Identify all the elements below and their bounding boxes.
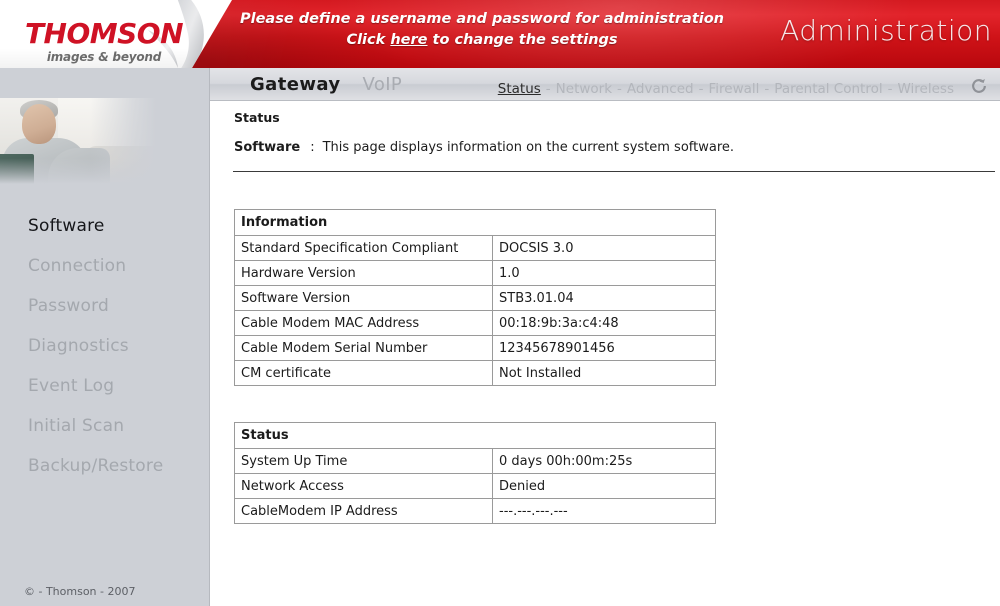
page-description-text: This page displays information on the cu… [322,140,735,155]
brand-logo-panel: THOMSON images & beyond [0,0,232,68]
nav-parental-control[interactable]: Parental Control [774,81,882,97]
table-row: System Up Time 0 days 00h:00m:25s [234,448,716,474]
nav-separator: - [545,81,551,97]
information-table: Information Standard Specification Compl… [233,209,717,386]
table-row: Standard Specification Compliant DOCSIS … [234,235,717,261]
nav-status[interactable]: Status [498,81,541,97]
nav-firewall[interactable]: Firewall [708,81,759,97]
row-value-standard-specification-compliant: DOCSIS 3.0 [491,235,717,261]
row-value-cable-modem-mac-address: 00:18:9b:3a:c4:48 [491,310,717,336]
status-table: Status System Up Time 0 days 00h:00m:25s… [234,422,716,524]
row-value-system-up-time: 0 days 00h:00m:25s [492,448,716,474]
row-value-hardware-version: 1.0 [491,260,717,286]
row-label-cable-modem-serial-number: Cable Modem Serial Number [234,335,493,361]
sidebar-item-initial-scan[interactable]: Initial Scan [0,406,209,446]
status-table-header: Status [234,422,716,449]
secondary-nav: Status - Network - Advanced - Firewall -… [210,68,1000,101]
nav-network[interactable]: Network [556,81,612,97]
row-value-software-version: STB3.01.04 [491,285,717,311]
brand-name: THOMSON [24,17,184,50]
sidebar-item-connection[interactable]: Connection [0,246,209,286]
nav-advanced[interactable]: Advanced [627,81,694,97]
sidebar-item-backup-restore[interactable]: Backup/Restore [0,446,209,486]
table-header-row: Status [234,422,716,449]
main-content: Status Software: This page displays infor… [211,101,1000,606]
top-banner: THOMSON images & beyond Please define a … [0,0,1000,68]
sidebar: Software Connection Password Diagnostics… [0,68,210,606]
row-label-network-access: Network Access [234,473,493,499]
sidebar-item-password[interactable]: Password [0,286,209,326]
sidebar-menu: Software Connection Password Diagnostics… [0,206,209,486]
page-title: Administration [780,14,992,47]
content-divider [233,171,995,172]
brand-tagline: images & beyond [46,50,162,64]
notice-click-word: Click [346,32,386,48]
row-label-system-up-time: System Up Time [234,448,493,474]
row-value-cablemodem-ip-address: ---.---.---.--- [492,498,716,524]
change-settings-link[interactable]: here [390,32,427,48]
page-description-line: Software: This page displays information … [234,140,734,155]
copyright-footer: © - Thomson - 2007 [24,585,136,598]
table-row: Hardware Version 1.0 [234,260,717,286]
sidebar-photo [0,98,156,184]
nav-wireless[interactable]: Wireless [898,81,955,97]
table-header-row: Information [233,209,717,236]
nav-separator: - [617,81,622,97]
row-label-hardware-version: Hardware Version [234,260,493,286]
notice-rest-text: to change the settings [432,32,618,48]
table-row: Cable Modem MAC Address 00:18:9b:3a:c4:4… [234,310,717,336]
notice-line-1: Please define a username and password fo… [239,11,724,27]
brand-logo-text: THOMSON images & beyond [14,17,194,65]
row-label-cm-certificate: CM certificate [234,360,493,386]
admin-page: THOMSON images & beyond Please define a … [0,0,1000,606]
table-row: Network Access Denied [234,473,716,499]
nav-separator: - [698,81,704,97]
information-table-header: Information [233,209,717,236]
nav-separator: - [764,81,770,97]
row-label-cablemodem-ip-address: CableModem IP Address [234,498,493,524]
table-row: CM certificate Not Installed [234,360,717,386]
row-value-cm-certificate: Not Installed [491,360,717,386]
breadcrumb: Status [234,110,280,125]
table-row: Cable Modem Serial Number 12345678901456 [234,335,717,361]
row-label-standard-specification-compliant: Standard Specification Compliant [234,235,493,261]
row-label-cable-modem-mac-address: Cable Modem MAC Address [234,310,493,336]
row-label-software-version: Software Version [234,285,493,311]
table-row: Software Version STB3.01.04 [234,285,717,311]
admin-warning-notice: Please define a username and password fo… [232,9,732,51]
description-colon: : [310,140,315,155]
page-section-label: Software [234,140,301,155]
refresh-icon[interactable] [970,77,988,95]
row-value-network-access: Denied [492,473,716,499]
notice-line-2: Click here to change the settings [232,30,732,51]
table-row: CableModem IP Address ---.---.---.--- [234,498,716,524]
navigation-bar: Gateway VoIP Status - Network - Advanced… [210,68,1000,101]
sidebar-item-event-log[interactable]: Event Log [0,366,209,406]
sidebar-item-diagnostics[interactable]: Diagnostics [0,326,209,366]
row-value-cable-modem-serial-number: 12345678901456 [491,335,717,361]
sidebar-item-software[interactable]: Software [0,206,209,246]
nav-separator: - [887,81,893,97]
